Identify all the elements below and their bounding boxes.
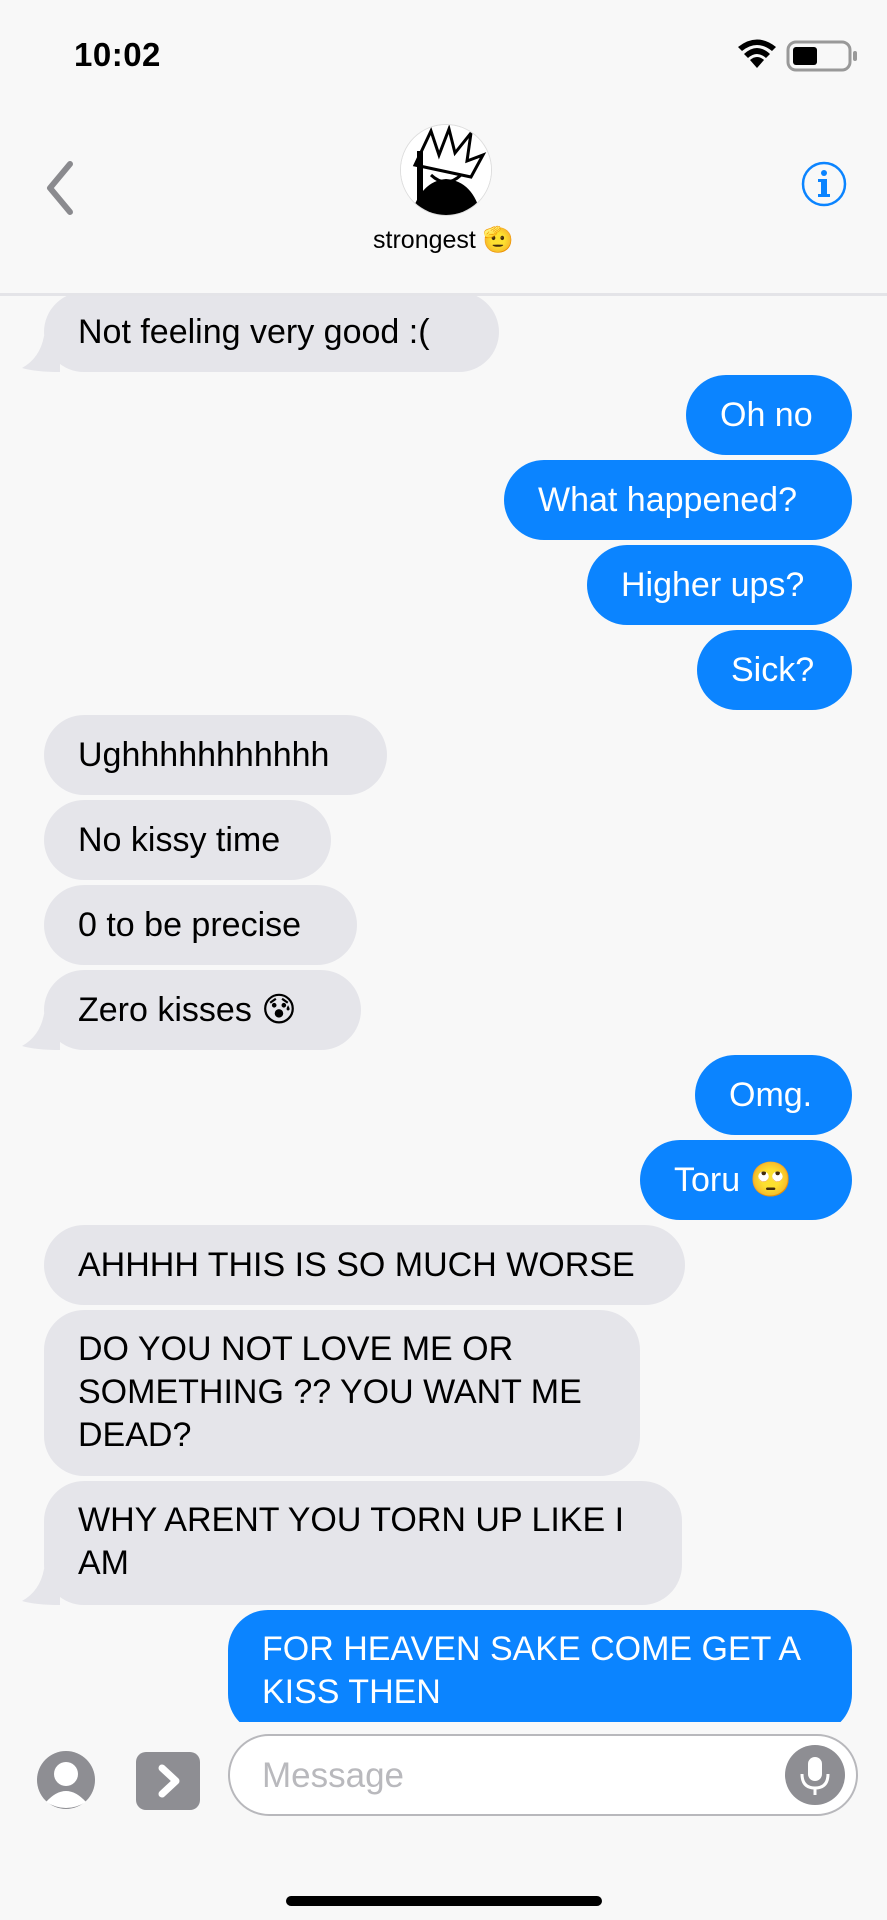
message-bubble-incoming[interactable]: No kissy time bbox=[44, 800, 331, 880]
message-bubble-incoming[interactable]: Ughhhhhhhhhhh bbox=[44, 715, 387, 795]
wifi-icon bbox=[738, 39, 776, 68]
contact-name: strongest bbox=[373, 226, 476, 254]
message-bubble-incoming[interactable]: 0 to be precise bbox=[44, 885, 357, 965]
contact-name-row[interactable]: strongest 🫡 bbox=[0, 226, 887, 255]
message-bubble-outgoing[interactable]: FOR HEAVEN SAKE COME GET A KISS THEN bbox=[228, 1610, 852, 1722]
app-store-chevron-icon[interactable] bbox=[136, 1752, 200, 1810]
bubble-tail bbox=[22, 336, 60, 372]
message-bubble-outgoing[interactable]: Sick? bbox=[697, 630, 852, 710]
message-bubble-incoming[interactable]: Zero kisses 😰 bbox=[44, 970, 361, 1050]
message-bubble-incoming[interactable]: DO YOU NOT LOVE ME OR SOMETHING ?? YOU W… bbox=[44, 1310, 640, 1476]
message-composer bbox=[0, 1722, 887, 1920]
contact-avatar[interactable] bbox=[400, 124, 492, 216]
contact-icon[interactable] bbox=[36, 1750, 96, 1810]
message-bubble-outgoing[interactable]: Omg. bbox=[695, 1055, 852, 1135]
bubble-tail bbox=[22, 1569, 60, 1605]
status-bar: 10:02 bbox=[0, 0, 887, 110]
message-bubble-incoming[interactable]: AHHHH THIS IS SO MUCH WORSE bbox=[44, 1225, 685, 1305]
contact-emoji: 🫡 bbox=[482, 226, 514, 254]
message-bubble-outgoing[interactable]: Higher ups? bbox=[587, 545, 852, 625]
microphone-icon[interactable] bbox=[784, 1744, 846, 1806]
conversation-header: strongest 🫡 bbox=[0, 110, 887, 296]
message-input-container bbox=[228, 1734, 858, 1816]
battery-icon bbox=[786, 40, 857, 72]
message-input[interactable] bbox=[260, 1750, 744, 1802]
message-bubble-incoming[interactable]: WHY ARENT YOU TORN UP LIKE I AM bbox=[44, 1481, 682, 1605]
message-bubble-outgoing[interactable]: Oh no bbox=[686, 375, 852, 455]
bubble-tail bbox=[22, 1014, 60, 1050]
message-list[interactable]: Not feeling very good :( Oh no What happ… bbox=[0, 296, 887, 1722]
status-time: 10:02 bbox=[74, 36, 161, 73]
home-indicator[interactable] bbox=[286, 1896, 602, 1906]
info-icon[interactable] bbox=[801, 161, 847, 207]
message-bubble-incoming[interactable]: Not feeling very good :( bbox=[44, 296, 499, 372]
message-bubble-outgoing[interactable]: What happened? bbox=[504, 460, 852, 540]
avatar-illustration bbox=[401, 125, 491, 215]
message-bubble-outgoing[interactable]: Toru 🙄 bbox=[640, 1140, 852, 1220]
back-chevron-icon[interactable] bbox=[40, 158, 80, 218]
